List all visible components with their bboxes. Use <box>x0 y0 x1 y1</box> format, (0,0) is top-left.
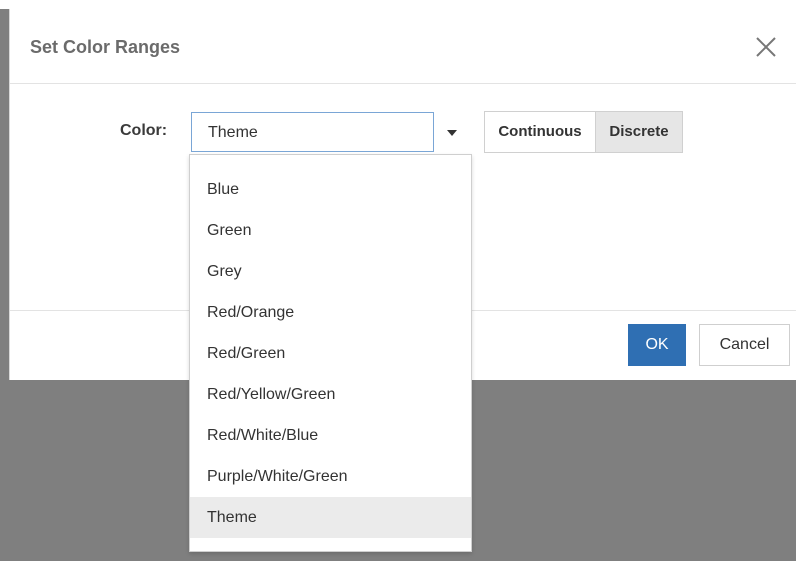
dropdown-option-theme[interactable]: Theme <box>190 497 471 538</box>
cancel-button[interactable]: Cancel <box>699 324 790 366</box>
dropdown-option-red-orange[interactable]: Red/Orange <box>190 292 471 333</box>
dropdown-option-purple-white-green[interactable]: Purple/White/Green <box>190 456 471 497</box>
dropdown-option-green[interactable]: Green <box>190 210 471 251</box>
dialog-header: Set Color Ranges <box>10 9 796 84</box>
color-select-value: Theme <box>208 124 258 141</box>
top-strip <box>0 0 796 9</box>
discrete-button[interactable]: Discrete <box>595 111 683 153</box>
ok-button[interactable]: OK <box>628 324 686 366</box>
dropdown-option-red-green[interactable]: Red/Green <box>190 333 471 374</box>
color-label: Color: <box>120 122 168 139</box>
color-select[interactable]: Theme <box>191 112 434 152</box>
continuous-button[interactable]: Continuous <box>484 111 596 153</box>
dropdown-option-red-white-blue[interactable]: Red/White/Blue <box>190 415 471 456</box>
dropdown-option-red-yellow-green[interactable]: Red/Yellow/Green <box>190 374 471 415</box>
dialog-title: Set Color Ranges <box>30 37 181 57</box>
color-select-toggle[interactable] <box>434 112 472 152</box>
color-dropdown-list: Blue Green Grey Red/Orange Red/Green Red… <box>189 154 472 552</box>
chevron-down-icon <box>447 130 457 136</box>
dropdown-option-blue[interactable]: Blue <box>190 169 471 210</box>
dropdown-option-grey[interactable]: Grey <box>190 251 471 292</box>
close-icon[interactable] <box>754 35 778 59</box>
